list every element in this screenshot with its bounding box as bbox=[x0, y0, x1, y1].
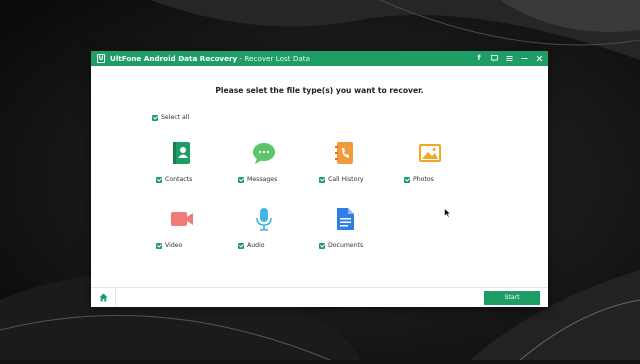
app-name: UltFone Android Data Recovery bbox=[110, 54, 238, 63]
app-logo-icon: U bbox=[97, 54, 105, 63]
feedback-icon[interactable] bbox=[489, 53, 499, 64]
photos-icon bbox=[418, 141, 442, 165]
call-history-label: Call History bbox=[328, 176, 364, 183]
messages-icon bbox=[252, 141, 276, 165]
select-all-checkbox[interactable]: Select all bbox=[152, 114, 189, 121]
footer-divider bbox=[91, 287, 548, 288]
page-heading: Please selet the file type(s) you want t… bbox=[215, 86, 424, 95]
file-type-messages[interactable]: Messages bbox=[234, 141, 294, 191]
window-subtitle: - Recover Lost Data bbox=[237, 54, 311, 63]
photos-checkbox[interactable] bbox=[404, 176, 410, 183]
menu-icon[interactable] bbox=[504, 53, 514, 64]
contacts-checkbox[interactable] bbox=[156, 176, 162, 183]
file-type-audio[interactable]: Audio bbox=[234, 207, 294, 257]
file-type-video[interactable]: Video bbox=[152, 207, 212, 257]
facebook-icon[interactable]: f bbox=[474, 53, 484, 64]
video-label: Video bbox=[165, 242, 183, 249]
window-title: UltFone Android Data Recovery - Recover … bbox=[110, 53, 310, 64]
select-all-label: Select all bbox=[161, 114, 190, 121]
call-history-checkbox[interactable] bbox=[319, 176, 325, 183]
mouse-cursor-icon bbox=[444, 203, 452, 218]
audio-icon bbox=[252, 207, 276, 231]
home-button[interactable] bbox=[91, 288, 116, 307]
contacts-label: Contacts bbox=[165, 176, 193, 183]
app-window: U UltFone Android Data Recovery - Recove… bbox=[91, 51, 548, 307]
file-type-photos[interactable]: Photos bbox=[400, 141, 460, 191]
documents-checkbox[interactable] bbox=[319, 242, 325, 249]
audio-checkbox[interactable] bbox=[238, 242, 244, 249]
home-icon bbox=[99, 293, 107, 302]
messages-checkbox[interactable] bbox=[238, 176, 244, 183]
select-all-check[interactable] bbox=[152, 114, 158, 121]
start-button[interactable]: Start bbox=[484, 291, 540, 305]
titlebar-controls: f bbox=[474, 53, 544, 64]
file-type-call-history[interactable]: Call History bbox=[315, 141, 375, 191]
documents-icon bbox=[333, 207, 357, 231]
documents-label: Documents bbox=[328, 242, 364, 249]
file-type-documents[interactable]: Documents bbox=[315, 207, 375, 257]
title-bar[interactable]: U UltFone Android Data Recovery - Recove… bbox=[91, 51, 548, 66]
close-icon[interactable] bbox=[534, 53, 544, 64]
contacts-icon bbox=[170, 141, 194, 165]
photos-label: Photos bbox=[413, 176, 434, 183]
video-checkbox[interactable] bbox=[156, 242, 162, 249]
file-type-contacts[interactable]: Contacts bbox=[152, 141, 212, 191]
video-icon bbox=[170, 207, 194, 231]
call-history-icon bbox=[333, 141, 357, 165]
audio-label: Audio bbox=[247, 242, 265, 249]
messages-label: Messages bbox=[247, 176, 278, 183]
minimize-icon[interactable] bbox=[519, 53, 529, 64]
